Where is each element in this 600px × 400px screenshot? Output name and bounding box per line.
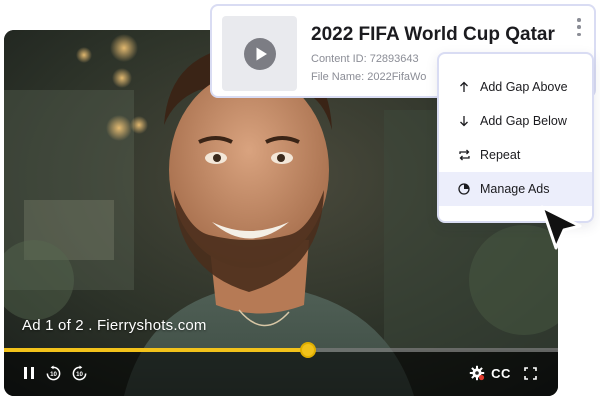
mouse-pointer-icon xyxy=(540,205,582,250)
cc-label: CC xyxy=(491,365,511,381)
content-id: Content ID: 72893643 xyxy=(311,53,419,65)
forward-10-icon: 10 xyxy=(72,364,86,380)
content-file-name: File Name: 2022FifaWo xyxy=(311,71,427,83)
settings-gear-icon xyxy=(469,365,485,381)
cc-button[interactable]: CC xyxy=(490,364,512,382)
kebab-menu-icon xyxy=(577,18,581,22)
menu-item-add-gap-above[interactable]: Add Gap Above xyxy=(439,70,592,104)
svg-text:10: 10 xyxy=(76,371,83,378)
arrow-up-icon xyxy=(457,80,471,94)
content-title: 2022 FIFA World Cup Qatar xyxy=(311,24,555,45)
pause-icon xyxy=(24,367,34,379)
menu-item-manage-ads[interactable]: Manage Ads xyxy=(439,172,592,206)
forward-10-button[interactable]: 10 xyxy=(70,364,88,382)
pie-chart-icon xyxy=(457,182,471,196)
progress-fill xyxy=(4,348,308,352)
menu-item-repeat[interactable]: Repeat xyxy=(439,138,592,172)
rewind-10-button[interactable]: 10 xyxy=(44,364,62,382)
arrow-down-icon xyxy=(457,114,471,128)
svg-text:10: 10 xyxy=(50,371,57,378)
repeat-icon xyxy=(457,148,471,162)
pause-button[interactable] xyxy=(20,364,38,382)
progress-scrubber-handle[interactable] xyxy=(299,342,316,358)
settings-button[interactable] xyxy=(468,364,486,382)
menu-item-add-gap-below[interactable]: Add Gap Below xyxy=(439,104,592,138)
menu-item-label: Add Gap Above xyxy=(480,80,568,94)
context-menu: Add Gap Above Add Gap Below Repeat Manag… xyxy=(437,52,594,223)
ad-label: Ad 1 of 2 . Fierryshots.com xyxy=(22,317,207,334)
kebab-menu-button[interactable] xyxy=(574,18,584,36)
menu-item-label: Add Gap Below xyxy=(480,114,567,128)
menu-item-label: Repeat xyxy=(480,148,521,162)
play-circle-icon xyxy=(243,37,276,70)
progress-track[interactable] xyxy=(4,342,558,358)
page: Ad 1 of 2 . Fierryshots.com 10 10 CC 202… xyxy=(0,0,600,400)
rewind-10-icon: 10 xyxy=(46,364,60,380)
fullscreen-icon xyxy=(523,366,537,380)
menu-item-label: Manage Ads xyxy=(480,182,550,196)
content-thumbnail[interactable] xyxy=(222,16,297,91)
fullscreen-button[interactable] xyxy=(522,364,538,382)
